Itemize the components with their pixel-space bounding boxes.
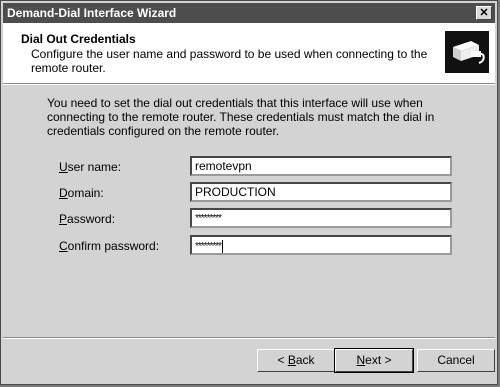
cancel-button[interactable]: Cancel	[417, 349, 495, 372]
next-button[interactable]: Next >	[334, 348, 414, 373]
close-icon: ✕	[479, 7, 489, 19]
wizard-window: Demand-Dial Interface Wizard ✕ Dial Out …	[0, 0, 498, 385]
domain-field[interactable]	[190, 182, 452, 202]
network-cable-icon	[445, 31, 489, 73]
back-button[interactable]: < Back	[257, 349, 335, 372]
header-separator	[3, 84, 495, 85]
instructions-text: You need to set the dial out credentials…	[47, 96, 435, 138]
confirm-password-label: Confirm password:	[59, 239, 160, 253]
page-title: Dial Out Credentials	[21, 32, 136, 46]
username-field[interactable]	[190, 156, 452, 176]
close-button[interactable]: ✕	[476, 6, 492, 20]
password-label: Password:	[59, 212, 116, 226]
wizard-header: Dial Out Credentials Configure the user …	[3, 23, 495, 84]
username-label: User name:	[59, 160, 122, 174]
confirm-password-field[interactable]: *********	[190, 235, 452, 255]
title-bar[interactable]: Demand-Dial Interface Wizard ✕	[3, 3, 495, 23]
page-description: Configure the user name and password to …	[31, 47, 428, 75]
password-field[interactable]: *********	[190, 208, 452, 228]
text-cursor	[222, 240, 224, 253]
button-divider	[3, 337, 495, 339]
domain-label: Domain:	[59, 186, 104, 200]
window-title: Demand-Dial Interface Wizard	[7, 6, 177, 20]
